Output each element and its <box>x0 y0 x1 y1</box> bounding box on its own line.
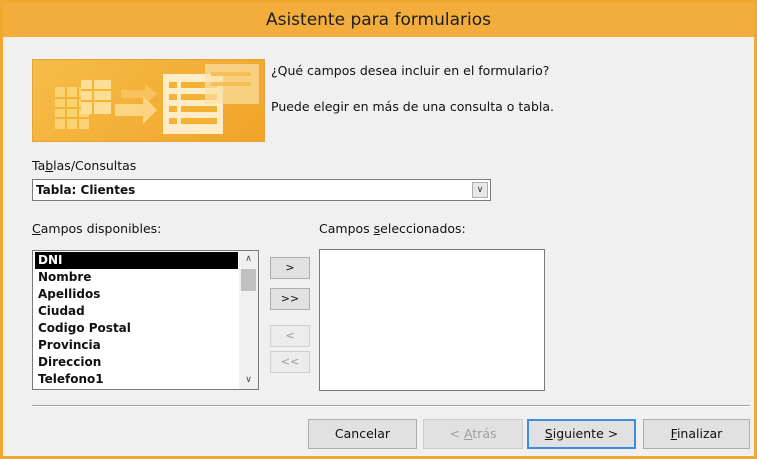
wizard-question: ¿Qué campos desea incluir en el formular… <box>271 63 550 78</box>
list-item-nombre[interactable]: Nombre <box>35 269 238 286</box>
remove-field-button[interactable]: < <box>270 325 310 347</box>
chevron-down-icon[interactable]: ∨ <box>472 182 488 198</box>
list-item-direccion[interactable]: Direccion <box>35 354 238 371</box>
scroll-up-icon[interactable]: ∧ <box>239 251 258 268</box>
remove-all-fields-button[interactable]: << <box>270 351 310 373</box>
window-title: Asistente para formularios <box>3 3 754 37</box>
back-button[interactable]: < Atrás <box>423 419 523 449</box>
finish-button[interactable]: Finalizar <box>643 419 750 449</box>
scroll-down-icon[interactable]: ∨ <box>239 372 258 389</box>
list-item-codigo-postal[interactable]: Codigo Postal <box>35 320 238 337</box>
wizard-illustration <box>32 59 265 142</box>
combobox-selected-value: Tabla: Clientes <box>36 183 136 197</box>
list-item-provincia[interactable]: Provincia <box>35 337 238 354</box>
available-fields-list[interactable]: DNI Nombre Apellidos Ciudad Codigo Posta… <box>32 250 259 390</box>
tables-queries-combobox[interactable]: Tabla: Clientes ∨ <box>32 179 491 201</box>
add-all-fields-button[interactable]: >> <box>270 288 310 310</box>
selected-fields-label: Campos seleccionados: <box>319 221 466 236</box>
footer-divider-highlight <box>32 406 750 407</box>
list-scrollbar[interactable]: ∧ ∨ <box>239 251 258 389</box>
scrollbar-thumb[interactable] <box>241 269 256 291</box>
next-button[interactable]: Siguiente > <box>527 419 636 449</box>
tables-queries-label: Tablas/Consultas <box>32 158 137 173</box>
cancel-button[interactable]: Cancelar <box>308 419 417 449</box>
list-item-apellidos[interactable]: Apellidos <box>35 286 238 303</box>
wizard-hint: Puede elegir en más de una consulta o ta… <box>271 99 554 114</box>
available-fields-label: Campos disponibles: <box>32 221 162 236</box>
selected-fields-list[interactable] <box>319 249 545 391</box>
table-to-form-icon <box>55 64 259 134</box>
list-item-dni[interactable]: DNI <box>35 252 238 269</box>
list-item-telefono1[interactable]: Telefono1 <box>35 371 238 388</box>
wizard-window: Asistente para formularios ¿Qué campos d… <box>0 0 757 459</box>
list-item-ciudad[interactable]: Ciudad <box>35 303 238 320</box>
add-field-button[interactable]: > <box>270 257 310 279</box>
